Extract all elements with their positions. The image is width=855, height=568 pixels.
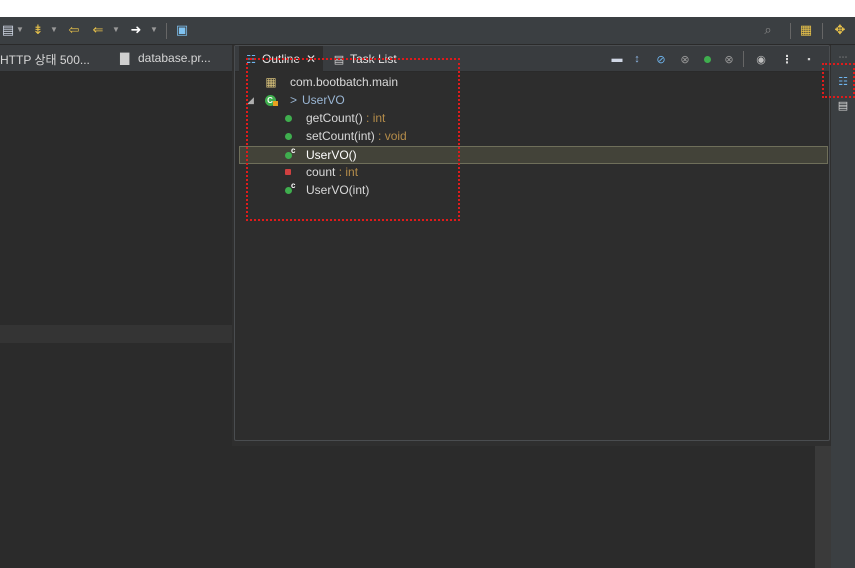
hide-local-types-icon[interactable]: ⊗ [721,51,737,67]
hide-static-icon[interactable]: ⊗ [677,51,693,67]
search-icon[interactable]: ⌕ [760,22,776,38]
prev-annotation-icon[interactable]: ⇦ [66,22,82,38]
forward-icon[interactable]: ➜ [128,22,144,38]
toolbar-separator [790,23,791,39]
open-perspective-icon[interactable]: ▦ [798,22,814,38]
annotation-box-outline [246,58,460,221]
view-menu-icon[interactable]: ⋮ [779,51,795,67]
editor-current-line [0,325,232,343]
back-dropdown-icon[interactable]: ▼ [112,22,120,38]
hide-fields-icon[interactable]: ⊘ [653,51,669,67]
back-icon[interactable]: ⇐ [90,22,106,38]
nav-back-icon[interactable]: ⇟ [30,22,46,38]
forward-dropdown-icon[interactable]: ▼ [150,22,158,38]
lower-editor-area [232,446,815,568]
open-task-icon[interactable]: ▣ [174,22,190,38]
toolbar-separator [822,23,823,39]
right-trim-stack: ⋯ ☷ ▤ [831,45,855,568]
view-toolbar-separator [743,51,744,67]
minimize-icon[interactable]: ▪ [801,51,817,67]
focus-icon[interactable]: ◉ [753,51,769,67]
collapse-all-icon[interactable]: ▬ [609,51,625,67]
navigate-icon[interactable]: ▤ [0,22,16,38]
navigate-dropdown-icon[interactable]: ▼ [16,22,24,38]
sort-icon[interactable]: ↕ [629,51,645,67]
annotation-box-trim [822,63,855,98]
editor-body[interactable] [0,72,232,568]
file-icon: ▇ [120,51,130,65]
hide-nonpublic-icon[interactable] [699,51,715,67]
editor-tab-bar: HTTP 상태 500... ▇ database.pr... [0,45,232,72]
vertical-scrollbar[interactable] [815,446,831,568]
editor-tab-http-status[interactable]: HTTP 상태 500... [0,51,90,68]
toolbar-separator [166,23,167,39]
window-top-strip [0,0,855,17]
task-list-trim-icon[interactable]: ▤ [835,97,851,113]
editor-tab-database[interactable]: database.pr... [138,51,211,65]
main-toolbar: ▤ ▼ ⇟ ▼ ⇦ ⇐ ▼ ➜ ▼ ▣ ⌕ ▦ ✥ [0,17,855,45]
java-perspective-icon[interactable]: ✥ [832,22,848,38]
nav-back-dropdown-icon[interactable]: ▼ [50,22,58,38]
